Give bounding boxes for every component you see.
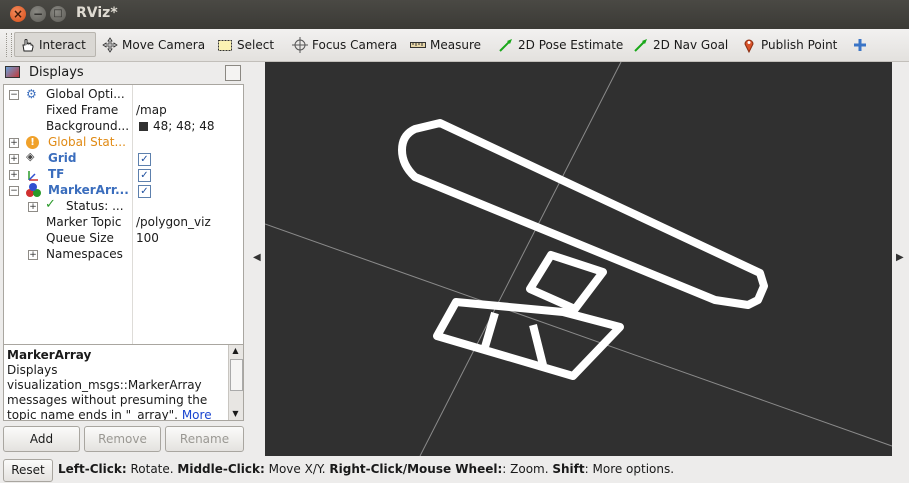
grid-enabled-checkbox[interactable]: ✓ — [138, 153, 151, 166]
close-window-button[interactable]: × — [10, 6, 26, 22]
tree-row-marker-array[interactable]: − MarkerArr... ✓ — [4, 183, 243, 199]
description-text: Displays visualization_msgs::MarkerArray… — [7, 363, 208, 421]
title-bar: × − □ RViz* — [0, 0, 909, 29]
scene-canvas[interactable] — [265, 62, 892, 456]
lower-grid-marker — [433, 298, 624, 380]
scroll-down-icon[interactable]: ▼ — [229, 408, 242, 420]
ruler-icon — [410, 37, 426, 53]
expand-icon[interactable]: + — [9, 154, 19, 164]
expand-right-icon[interactable]: ▶ — [896, 252, 904, 263]
plus-icon — [852, 37, 868, 53]
displays-panel-header: Displays — [2, 64, 243, 82]
expand-icon[interactable]: + — [9, 170, 19, 180]
square-marker — [526, 251, 607, 313]
green-arrow-icon — [498, 37, 514, 53]
minimize-window-button[interactable]: − — [30, 6, 46, 22]
status-bar: Reset Left-Click: Rotate. Middle-Click: … — [0, 457, 909, 483]
collapse-left-icon[interactable]: ◀ — [253, 252, 261, 263]
rounded-rectangle-marker — [398, 119, 768, 309]
expand-icon[interactable]: + — [9, 138, 19, 148]
move-camera-label: Move Camera — [122, 37, 206, 52]
publish-point-tool[interactable]: Publish Point — [741, 32, 837, 57]
collapse-icon[interactable]: − — [9, 186, 19, 196]
rename-display-button[interactable]: Rename — [165, 426, 244, 452]
selection-box-icon — [217, 37, 233, 53]
displays-title: Displays — [29, 65, 84, 80]
move-camera-tool[interactable]: Move Camera — [102, 32, 205, 57]
tree-row-global-status[interactable]: + ! Global Stat... — [4, 135, 243, 151]
gear-icon: ⚙ — [26, 87, 37, 101]
focus-camera-tool[interactable]: Focus Camera — [292, 32, 397, 57]
reset-button[interactable]: Reset — [3, 459, 53, 482]
green-arrow-icon — [633, 37, 649, 53]
tree-row-background-color[interactable]: Background... 48; 48; 48 — [4, 119, 243, 135]
undock-panel-button[interactable] — [225, 65, 241, 81]
nav-goal-tool[interactable]: 2D Nav Goal — [633, 32, 728, 57]
polygon-markers — [398, 119, 768, 380]
tools-toolbar: Interact Move Camera Select Focus Camera… — [0, 29, 909, 62]
tree-row-marker-topic[interactable]: Marker Topic /polygon_viz — [4, 215, 243, 231]
displays-panel: Displays − ⚙ Global Opti... Fixed Frame … — [0, 62, 247, 456]
tree-row-status[interactable]: + ✓ Status: ... — [4, 197, 243, 215]
hand-icon — [19, 37, 35, 53]
scroll-up-icon[interactable]: ▲ — [229, 345, 242, 357]
maximize-window-button[interactable]: □ — [50, 6, 66, 22]
mouse-hint: Left-Click: Rotate. Middle-Click: Move X… — [58, 462, 675, 476]
interact-label: Interact — [39, 37, 86, 52]
select-label: Select — [237, 37, 275, 52]
tree-row-grid[interactable]: + ◈ Grid ✓ — [4, 150, 243, 167]
checkmark-icon: ✓ — [45, 197, 56, 212]
description-title: MarkerArray — [7, 348, 92, 362]
interact-tool[interactable]: Interact — [14, 32, 96, 57]
warning-icon: ! — [26, 136, 39, 149]
publish-point-label: Publish Point — [761, 37, 838, 52]
pose-estimate-label: 2D Pose Estimate — [518, 37, 624, 52]
left-splitter[interactable]: ◀ — [247, 62, 265, 456]
window-title: RViz* — [76, 5, 118, 21]
description-scrollbar[interactable]: ▲ ▼ — [228, 345, 243, 420]
scrollbar-thumb[interactable] — [230, 359, 243, 391]
right-splitter[interactable]: ▶ — [892, 62, 909, 456]
expand-icon[interactable]: + — [28, 250, 38, 260]
measure-tool[interactable]: Measure — [410, 32, 481, 57]
tree-row-namespaces[interactable]: + Namespaces — [4, 247, 243, 263]
pose-estimate-tool[interactable]: 2D Pose Estimate — [498, 32, 623, 57]
tree-row-global-options[interactable]: − ⚙ Global Opti... — [4, 87, 243, 103]
grid-lines — [265, 62, 892, 456]
select-tool[interactable]: Select — [217, 32, 274, 57]
focus-crosshair-icon — [292, 36, 308, 53]
grid-icon: ◈ — [26, 150, 35, 163]
expand-icon[interactable]: + — [28, 202, 38, 212]
render-viewport[interactable] — [265, 62, 892, 456]
marker-array-enabled-checkbox[interactable]: ✓ — [138, 185, 151, 198]
color-swatch — [139, 122, 148, 131]
toolbar-grip[interactable] — [6, 33, 12, 57]
nav-goal-label: 2D Nav Goal — [653, 37, 729, 52]
collapse-icon[interactable]: − — [9, 90, 19, 100]
add-tool-button[interactable] — [852, 32, 872, 57]
tree-row-fixed-frame[interactable]: Fixed Frame /map — [4, 103, 243, 119]
map-pin-icon — [741, 37, 757, 53]
more-link[interactable]: More — [182, 408, 212, 420]
monitor-icon — [5, 66, 20, 78]
tree-row-tf[interactable]: + TF ✓ — [4, 167, 243, 183]
tf-enabled-checkbox[interactable]: ✓ — [138, 169, 151, 182]
focus-camera-label: Focus Camera — [312, 37, 398, 52]
remove-display-button[interactable]: Remove — [84, 426, 161, 452]
description-box: MarkerArray Displays visualization_msgs:… — [3, 344, 244, 421]
measure-label: Measure — [430, 37, 481, 52]
add-display-button[interactable]: Add — [3, 426, 80, 452]
move-arrows-icon — [102, 36, 118, 53]
tree-row-queue-size[interactable]: Queue Size 100 — [4, 231, 243, 247]
